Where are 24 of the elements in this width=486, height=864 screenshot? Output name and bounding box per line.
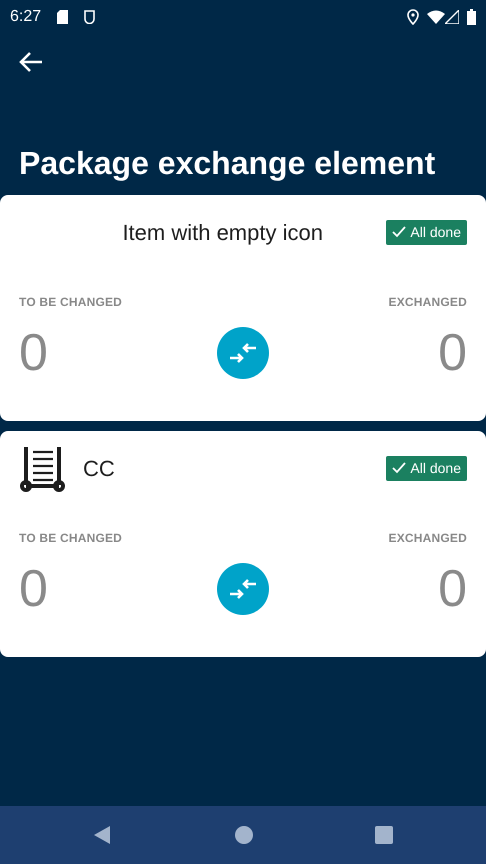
exchanged-label: EXCHANGED <box>388 294 467 312</box>
to-be-changed-count: 0 <box>19 327 48 380</box>
page-title: Package exchange element <box>19 146 436 182</box>
location-icon <box>407 9 419 25</box>
exchanged-count: 0 <box>438 327 467 380</box>
wifi-icon <box>427 10 445 24</box>
home-nav-icon[interactable] <box>235 826 253 844</box>
exchanged-label: EXCHANGED <box>388 530 467 548</box>
exchange-arrows-icon <box>228 578 258 600</box>
status-time: 6:27 <box>10 7 42 27</box>
to-be-changed-count: 0 <box>19 563 48 616</box>
exchange-arrows-icon <box>228 342 258 364</box>
item-name: Item with empty icon <box>122 218 323 247</box>
battery-icon <box>467 9 476 25</box>
to-be-changed-label: TO BE CHANGED <box>19 294 122 312</box>
item-name: CC <box>83 454 115 483</box>
sd-card-icon <box>57 10 68 24</box>
back-icon[interactable] <box>18 51 44 73</box>
status-badge: All done <box>386 220 467 245</box>
signal-icon <box>445 10 459 24</box>
status-badge: All done <box>386 456 467 481</box>
back-nav-icon[interactable] <box>93 825 111 845</box>
to-be-changed-label: TO BE CHANGED <box>19 530 122 548</box>
exchanged-count: 0 <box>438 563 467 616</box>
